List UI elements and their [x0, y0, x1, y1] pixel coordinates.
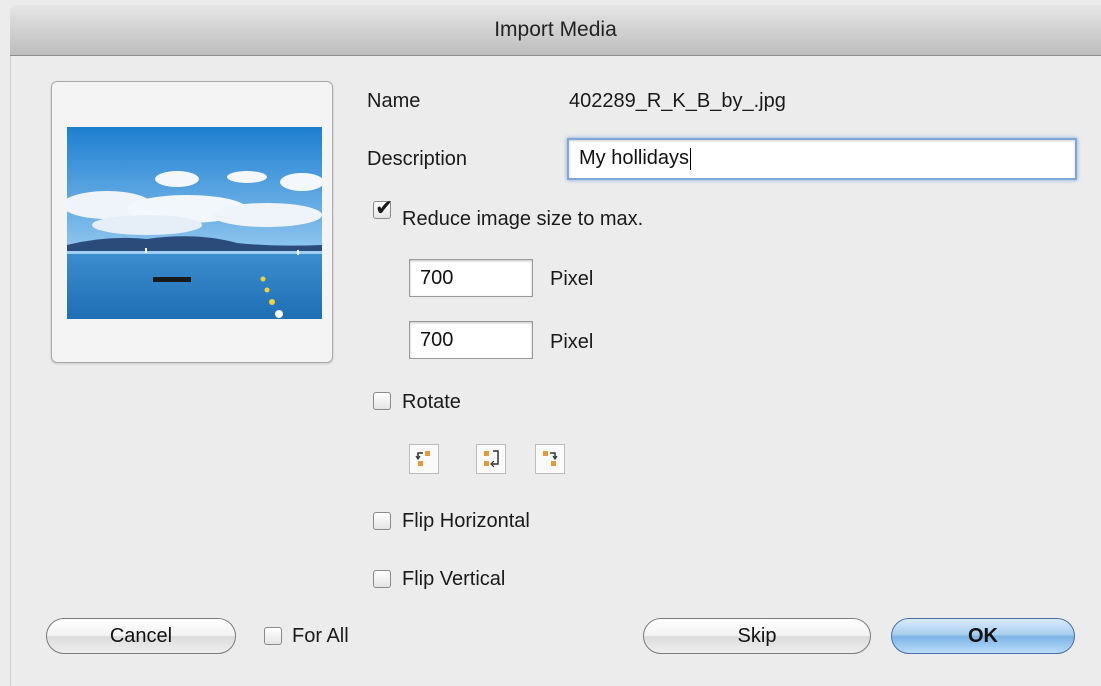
reduce-size-checkbox[interactable]: ✔ [373, 196, 393, 221]
rotate-right-icon [543, 451, 558, 466]
rotate-left-button[interactable] [409, 444, 439, 474]
rotate-label[interactable]: Rotate [402, 391, 461, 414]
description-label: Description [367, 148, 468, 170]
flip-horizontal-label[interactable]: Flip Horizontal [402, 510, 530, 533]
rotate-180-icon [484, 450, 499, 468]
reduce-size-label[interactable]: Reduce image size to max. [402, 208, 643, 231]
dialog-content: Name 402289_R_K_B_by_.jpg Description My… [10, 56, 1101, 686]
window-title: Import Media [494, 18, 617, 41]
image-preview [67, 127, 322, 319]
ok-button[interactable]: OK [891, 618, 1075, 654]
max-width-value: 700 [420, 267, 454, 289]
skip-button[interactable]: Skip [643, 618, 871, 654]
rotate-left-icon [415, 451, 430, 466]
cancel-button[interactable]: Cancel [46, 618, 236, 654]
max-width-unit: Pixel [550, 268, 594, 290]
description-input-value: My hollidays [579, 147, 690, 169]
max-height-input[interactable]: 700 [409, 321, 533, 359]
flip-horizontal-checkbox[interactable] [373, 512, 391, 530]
max-width-input[interactable]: 700 [409, 259, 533, 297]
rotate-checkbox[interactable] [373, 392, 391, 410]
flip-vertical-checkbox[interactable] [373, 570, 391, 588]
rotate-180-button[interactable] [476, 444, 506, 474]
name-label: Name [367, 90, 421, 112]
rotate-right-button[interactable] [535, 444, 565, 474]
flip-vertical-label[interactable]: Flip Vertical [402, 568, 505, 591]
for-all-label[interactable]: For All [292, 625, 349, 648]
import-media-dialog: Import Media Name 402289_R_K_B_by_.jpg D… [0, 0, 1101, 686]
file-name-value: 402289_R_K_B_by_.jpg [569, 90, 786, 112]
checkmark-icon: ✔ [375, 196, 394, 221]
max-height-unit: Pixel [550, 331, 594, 353]
description-input[interactable]: My hollidays [567, 138, 1077, 180]
text-caret [690, 147, 692, 170]
image-preview-frame [51, 81, 333, 363]
title-bar[interactable]: Import Media [10, 5, 1101, 56]
for-all-checkbox[interactable] [264, 627, 282, 645]
max-height-value: 700 [420, 329, 454, 351]
